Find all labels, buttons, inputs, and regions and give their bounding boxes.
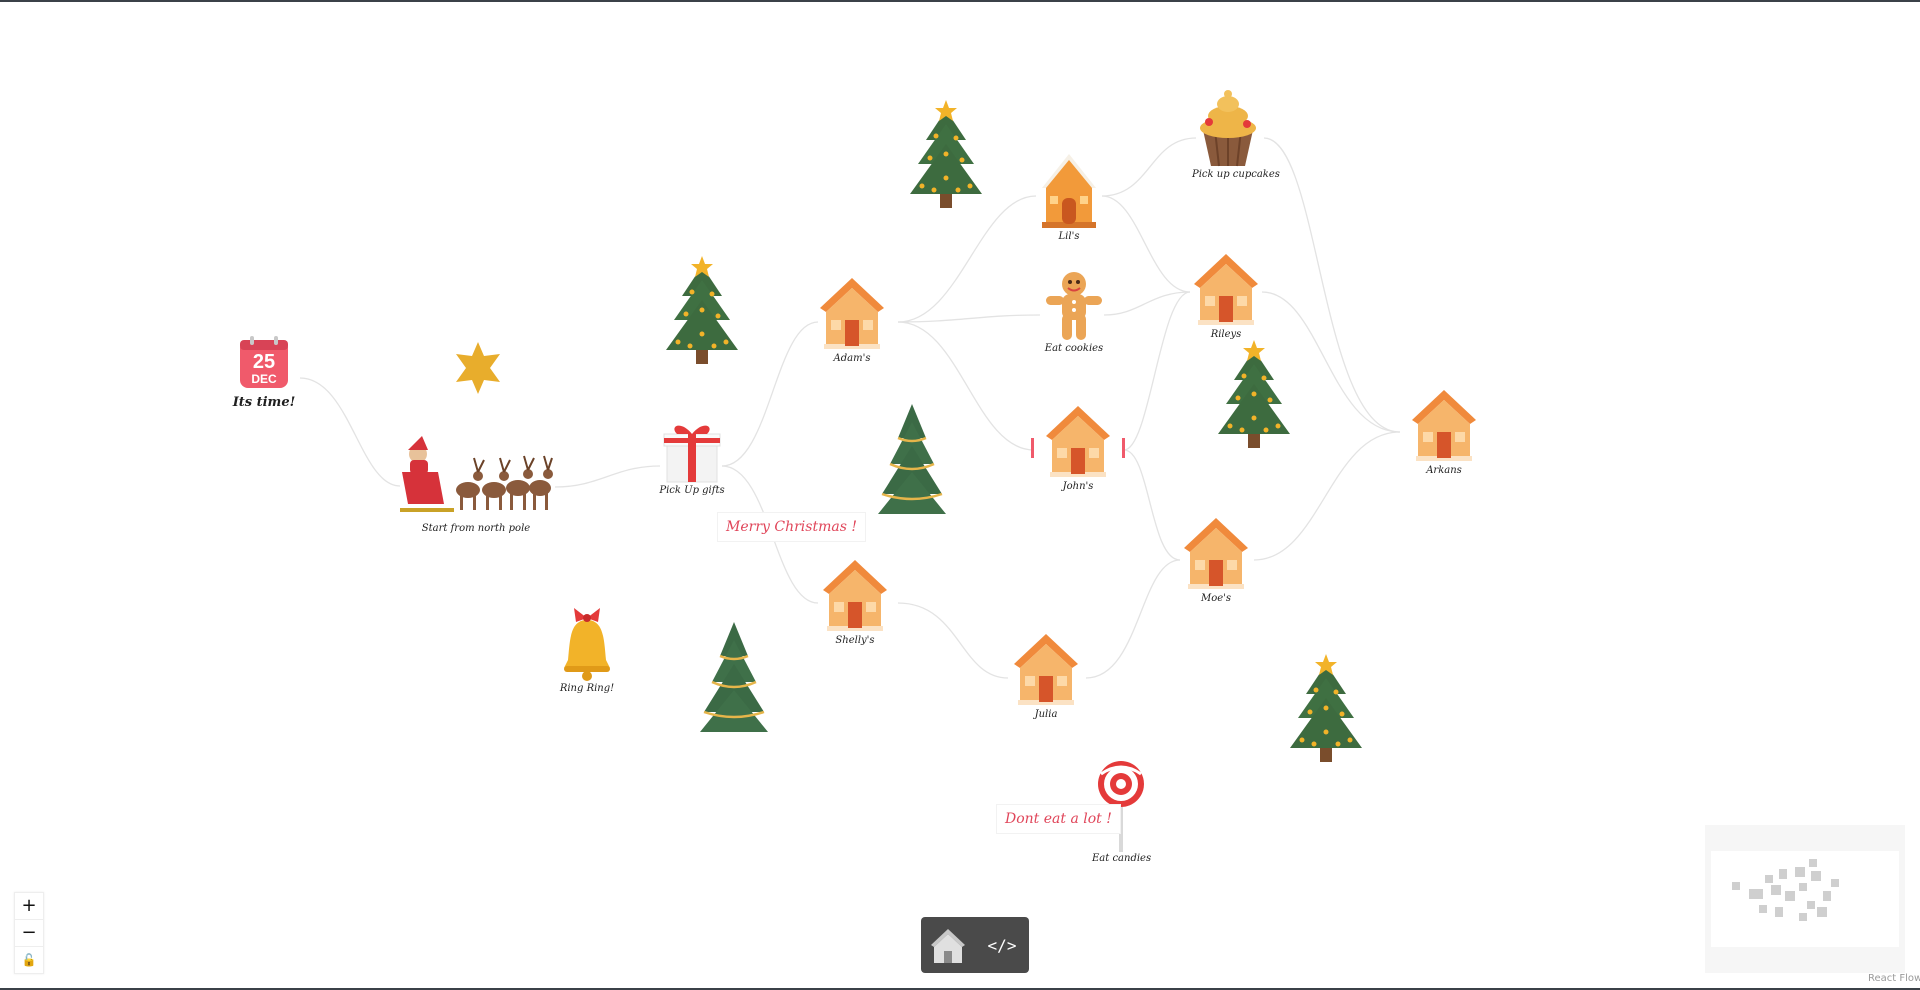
- house-icon: [1014, 634, 1078, 705]
- node-ring[interactable]: Ring Ring!: [556, 606, 618, 694]
- decor-tree[interactable]: [1284, 654, 1368, 766]
- cupcake-icon: [1200, 90, 1256, 167]
- gift-icon: [663, 425, 721, 483]
- christmas-tree-icon: [1218, 340, 1290, 448]
- bell-icon: [564, 608, 610, 681]
- node-its-time[interactable]: 25 DEC Its time!: [228, 334, 300, 410]
- star-icon: [456, 342, 500, 394]
- node-label: Moe's: [1200, 593, 1232, 604]
- edge-johns-rileys: [1123, 291, 1191, 451]
- node-label: Its time!: [232, 395, 296, 410]
- edge-johns-moes: [1123, 449, 1181, 561]
- edge-julia-moes: [1085, 559, 1181, 679]
- note-dont-eat[interactable]: Dont eat a lot !: [996, 804, 1121, 834]
- edge-lils-rileys: [1101, 195, 1191, 293]
- node-label: Start from north pole: [421, 523, 531, 534]
- react-flow-attribution[interactable]: React Flow: [1868, 973, 1920, 984]
- minimap-node: [1785, 891, 1795, 901]
- minimap-node: [1759, 905, 1767, 913]
- house-icon: [1194, 254, 1258, 325]
- house-icon: [1031, 406, 1125, 477]
- decor-pine[interactable]: [696, 620, 772, 738]
- sleigh-icon: [400, 436, 553, 512]
- decor-tree[interactable]: [660, 256, 744, 368]
- node-pickup-gifts[interactable]: Pick Up gifts: [656, 420, 728, 496]
- minimap-node: [1817, 907, 1827, 917]
- add-house-button[interactable]: [926, 923, 970, 967]
- node-label: Adam's: [833, 353, 871, 364]
- minimap-node: [1799, 913, 1807, 921]
- minimap-node: [1799, 883, 1807, 891]
- zoom-in-button[interactable]: +: [15, 893, 43, 920]
- node-julia[interactable]: Julia: [1006, 628, 1086, 720]
- minimap[interactable]: [1705, 825, 1905, 973]
- minimap-node: [1732, 882, 1740, 890]
- node-label: Eat cookies: [1044, 343, 1104, 354]
- pine-tree-icon: [700, 622, 768, 732]
- node-shellys[interactable]: Shelly's: [815, 554, 895, 646]
- edge-sleigh-gifts: [554, 465, 661, 488]
- node-arkans[interactable]: Arkans: [1404, 384, 1484, 476]
- zoom-out-button[interactable]: −: [15, 920, 43, 947]
- minimap-node: [1771, 885, 1781, 895]
- house-icon: [823, 560, 887, 631]
- house-icon: [931, 929, 965, 963]
- christmas-tree-icon: [666, 256, 738, 364]
- node-pickup-cupcakes[interactable]: Pick up cupcakes: [1192, 90, 1280, 180]
- edge-shellys-julia: [897, 602, 1009, 679]
- node-label: John's: [1062, 481, 1094, 492]
- node-label: Lil's: [1058, 231, 1080, 242]
- minimap-node: [1823, 891, 1831, 901]
- node-rileys[interactable]: Rileys: [1186, 248, 1266, 340]
- minimap-node: [1765, 875, 1773, 883]
- christmas-tree-icon: [1290, 654, 1362, 762]
- lock-toggle-button[interactable]: 🔓: [15, 947, 43, 973]
- gingerbread-house-icon: [1042, 154, 1096, 228]
- note-merry-christmas[interactable]: Merry Christmas !: [717, 512, 866, 542]
- node-moes[interactable]: Moe's: [1176, 512, 1256, 604]
- bottom-toolbar: </>: [921, 917, 1029, 973]
- minimap-node: [1809, 859, 1817, 867]
- house-icon: [820, 278, 884, 349]
- node-start[interactable]: Start from north pole: [398, 432, 554, 534]
- node-label: Rileys: [1210, 329, 1242, 340]
- node-label: Julia: [1034, 709, 1058, 720]
- minimap-node: [1749, 889, 1763, 899]
- node-label: Arkans: [1426, 465, 1462, 476]
- house-icon: [1184, 518, 1248, 589]
- minimap-node: [1775, 907, 1783, 917]
- node-johns[interactable]: John's: [1028, 400, 1128, 492]
- decor-star[interactable]: [450, 340, 506, 396]
- minimap-node: [1807, 901, 1815, 909]
- gingerbread-man-icon: [1046, 272, 1102, 340]
- node-label: Eat candies: [1092, 853, 1152, 864]
- zoom-controls: + − 🔓: [14, 892, 44, 974]
- house-icon: [1412, 390, 1476, 461]
- decor-tree[interactable]: [904, 100, 988, 212]
- node-lils[interactable]: Lil's: [1030, 148, 1108, 242]
- node-label: Shelly's: [835, 635, 875, 646]
- node-eat-cookies[interactable]: Eat cookies: [1038, 270, 1110, 354]
- minimap-node: [1779, 869, 1787, 879]
- node-adams[interactable]: Adam's: [812, 272, 892, 364]
- christmas-tree-icon: [910, 100, 982, 208]
- node-label: Ring Ring!: [559, 683, 615, 694]
- calendar-icon: 25 DEC: [240, 336, 288, 388]
- edge-start-time: [299, 377, 401, 487]
- code-view-button[interactable]: </>: [980, 923, 1024, 967]
- pine-tree-icon: [878, 404, 946, 514]
- decor-pine[interactable]: [874, 402, 950, 520]
- node-label: Pick Up gifts: [659, 485, 725, 496]
- minimap-node: [1795, 867, 1805, 877]
- minimap-node: [1831, 879, 1839, 887]
- edge-adams-lils: [897, 195, 1037, 323]
- node-label: Pick up cupcakes: [1192, 169, 1280, 180]
- minimap-viewport: [1711, 851, 1899, 947]
- svg-text:DEC: DEC: [251, 372, 277, 386]
- svg-text:25: 25: [253, 351, 275, 373]
- minimap-node: [1811, 871, 1821, 881]
- edge-lils-cupcakes: [1101, 137, 1197, 197]
- decor-tree[interactable]: [1212, 340, 1296, 452]
